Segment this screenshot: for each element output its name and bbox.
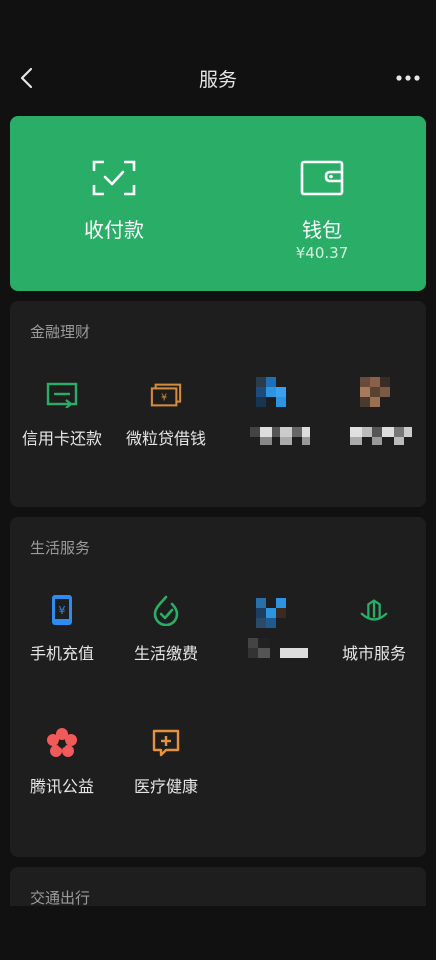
city-service-icon (360, 599, 388, 621)
redacted-life-item[interactable] (218, 594, 322, 674)
loan-money-icon: ¥ (150, 383, 182, 407)
more-dots-icon (396, 75, 420, 81)
bottom-safe-area (0, 906, 436, 960)
pay-receive-label: 收付款 (84, 218, 144, 242)
wallet-label: 钱包 (302, 218, 342, 242)
medical-health-icon (152, 729, 180, 757)
pay-wallet-card: 收付款 钱包 ¥40.37 (10, 116, 426, 291)
utility-pay-label: 生活缴费 (133, 644, 198, 663)
navigation-bar: 服务 (0, 54, 436, 102)
pay-receive-button[interactable]: 收付款 (10, 116, 218, 291)
charity-flower-icon (47, 728, 77, 757)
tencent-charity-label: 腾讯公益 (29, 777, 94, 796)
more-button[interactable] (392, 62, 424, 94)
city-service-label: 城市服务 (341, 644, 406, 663)
finance-section: 金融理财 信用卡还款 ¥ 微粒贷借钱 (10, 301, 426, 507)
credit-card-repay-label: 信用卡还款 (21, 429, 102, 448)
life-services-section-title: 生活服务 (30, 539, 91, 557)
scan-pay-icon (92, 160, 136, 196)
card-repay-icon (46, 382, 78, 408)
phone-topup-icon: ¥ (52, 595, 72, 625)
city-service-item[interactable]: 城市服务 (322, 594, 426, 674)
travel-section-title: 交通出行 (30, 889, 91, 907)
svg-text:¥: ¥ (59, 604, 66, 617)
finance-section-title: 金融理财 (30, 323, 91, 341)
redacted-service-item[interactable] (218, 371, 322, 451)
weilidai-loan-label: 微粒贷借钱 (125, 429, 206, 448)
utility-pay-icon (153, 595, 179, 626)
medical-health-label: 医疗健康 (133, 777, 198, 796)
credit-card-repay-item[interactable]: 信用卡还款 (10, 379, 114, 459)
phone-topup-label: 手机充值 (29, 644, 94, 663)
svg-text:¥: ¥ (161, 393, 167, 404)
utility-pay-item[interactable]: 生活缴费 (114, 594, 218, 674)
tencent-charity-item[interactable]: 腾讯公益 (10, 727, 114, 807)
wallet-icon (300, 160, 344, 196)
page-title: 服务 (198, 69, 237, 91)
wallet-balance: ¥40.37 (295, 244, 349, 262)
medical-health-item[interactable]: 医疗健康 (114, 727, 218, 807)
weilidai-loan-item[interactable]: ¥ 微粒贷借钱 (114, 379, 218, 459)
wallet-button[interactable]: 钱包 ¥40.37 (218, 116, 426, 291)
phone-topup-item[interactable]: ¥ 手机充值 (10, 594, 114, 674)
life-services-section: 生活服务 ¥ 手机充值 生活缴费 城市服务 腾讯公益 医疗健康 (10, 517, 426, 857)
redacted-service-item-2[interactable] (322, 371, 426, 451)
